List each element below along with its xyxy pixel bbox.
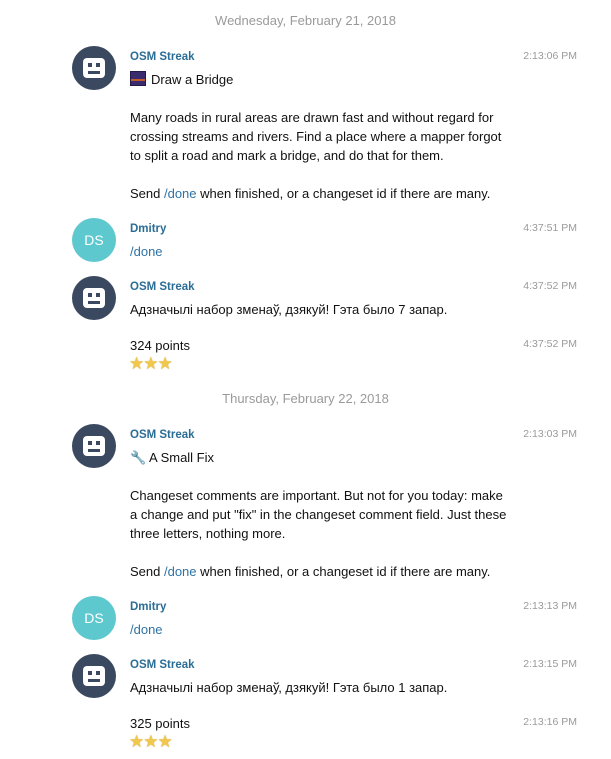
message-text: Адзначылі набор зменаў, дзякуй! Гэта был…	[130, 680, 448, 695]
sender-name[interactable]: OSM Streak	[130, 659, 195, 671]
points-text: 324 points	[130, 338, 190, 353]
date-divider: Thursday, February 22, 2018	[222, 391, 389, 406]
user-avatar[interactable]: DS	[72, 596, 116, 640]
wrench-icon: 🔧	[130, 450, 147, 465]
message-time: 2:13:03 PM	[523, 428, 577, 440]
bot-avatar[interactable]	[72, 424, 116, 468]
message-text: Адзначылі набор зменаў, дзякуй! Гэта был…	[130, 302, 448, 317]
done-command-link[interactable]: /done	[130, 620, 520, 639]
sender-name[interactable]: Dmitry	[130, 601, 166, 613]
message-time: 2:13:13 PM	[523, 600, 577, 612]
user-avatar[interactable]: DS	[72, 218, 116, 262]
sender-name[interactable]: Dmitry	[130, 223, 166, 235]
bot-avatar[interactable]	[72, 654, 116, 698]
done-command-link[interactable]: /done	[130, 242, 520, 261]
bridge-icon	[130, 71, 146, 86]
message-time: 2:13:06 PM	[523, 50, 577, 62]
task-title: 🔧 A Small Fix	[130, 450, 215, 465]
sender-name[interactable]: OSM Streak	[130, 429, 195, 441]
star-icon: ★	[129, 732, 144, 751]
star-icon: ★	[129, 354, 144, 373]
done-command-link[interactable]: /done	[164, 564, 197, 579]
message-time: 4:37:52 PM	[523, 280, 577, 292]
send-instruction: Send /done when finished, or a changeset…	[130, 564, 491, 579]
message-time: 4:37:51 PM	[523, 222, 577, 234]
star-icon: ★	[143, 732, 158, 751]
sender-name[interactable]: OSM Streak	[130, 281, 195, 293]
star-icon: ★	[143, 354, 158, 373]
send-instruction: Send /done when finished, or a changeset…	[130, 186, 491, 201]
task-title: Draw a Bridge	[130, 70, 520, 89]
bot-avatar[interactable]	[72, 46, 116, 90]
star-rating: ★★★	[129, 354, 173, 373]
message-time: 2:13:16 PM	[523, 716, 577, 728]
points-text: 325 points	[130, 716, 190, 731]
message-time: 4:37:52 PM	[523, 338, 577, 350]
task-description: Many roads in rural areas are drawn fast…	[130, 110, 502, 163]
star-icon: ★	[157, 354, 173, 373]
sender-name[interactable]: OSM Streak	[130, 51, 195, 63]
done-command-link[interactable]: /done	[164, 186, 197, 201]
date-divider: Wednesday, February 21, 2018	[215, 13, 396, 28]
star-icon: ★	[157, 732, 173, 751]
task-description: Changeset comments are important. But no…	[130, 488, 507, 541]
bot-avatar[interactable]	[72, 276, 116, 320]
message-time: 2:13:15 PM	[523, 658, 577, 670]
star-rating: ★★★	[129, 732, 173, 751]
